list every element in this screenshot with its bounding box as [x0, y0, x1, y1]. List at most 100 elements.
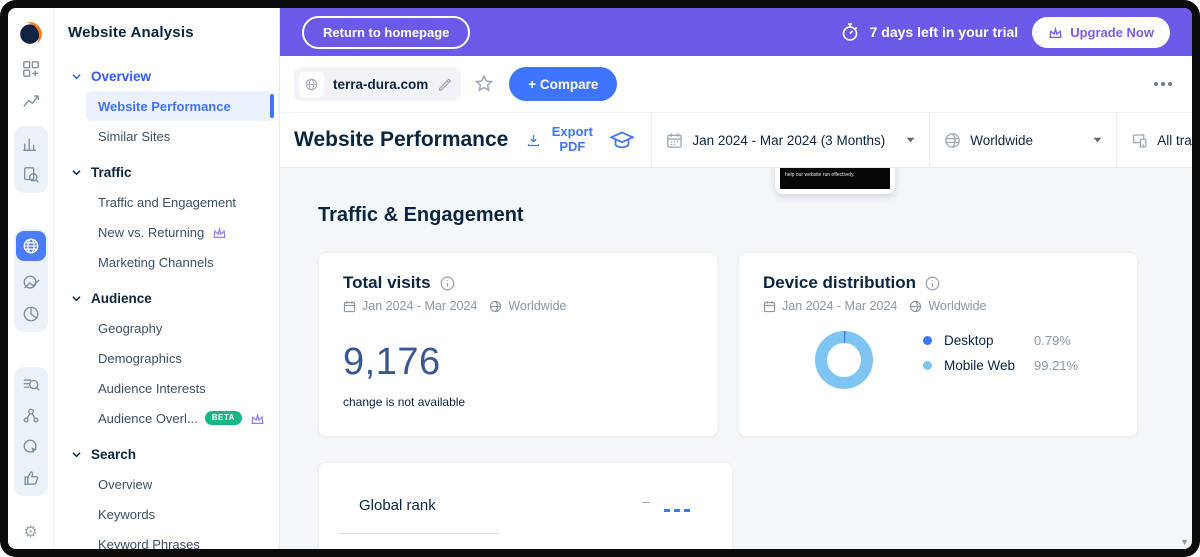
app-window: ⚙ Website Analysis Overview Website Perf…: [8, 8, 1192, 549]
sidebar: Website Analysis Overview Website Perfor…: [54, 8, 280, 549]
upgrade-now-button[interactable]: Upgrade Now: [1032, 17, 1170, 48]
info-icon[interactable]: [925, 276, 940, 291]
site-favicon: [299, 72, 324, 97]
sidebar-item-website-performance[interactable]: Website Performance: [86, 91, 273, 121]
device-distribution-card: Device distribution Jan 2024 - Mar 2024 …: [738, 252, 1138, 437]
edit-pencil-icon[interactable]: [437, 77, 451, 91]
calendar-icon: [666, 132, 683, 149]
country-filter[interactable]: Worldwide: [930, 132, 1116, 149]
domain-input[interactable]: terra-dura.com: [294, 67, 461, 101]
calendar-icon: [763, 300, 776, 313]
date-range-filter[interactable]: Jan 2024 - Mar 2024 (3 Months): [652, 132, 929, 149]
stopwatch-icon: [840, 22, 860, 42]
download-icon: [526, 133, 541, 148]
chevron-down-icon: [72, 295, 81, 302]
global-rank-row: Global rank –: [339, 491, 708, 519]
legend-dot-mobile-web: [923, 361, 932, 370]
legend-row-mobile-web: Mobile Web 99.21%: [923, 358, 1078, 373]
global-rank-value: –: [642, 493, 650, 509]
sidebar-item-search-overview[interactable]: Overview: [54, 469, 279, 499]
total-visits-card: Total visits Jan 2024 - Mar 2024 Worldwi…: [318, 252, 718, 437]
card-date-range: Jan 2024 - Mar 2024: [782, 299, 897, 313]
export-pdf-button[interactable]: Export PDF: [526, 125, 597, 155]
favorite-star-icon[interactable]: [473, 73, 495, 95]
sidebar-item-traffic-and-engagement[interactable]: Traffic and Engagement: [54, 187, 279, 217]
similarweb-logo-icon[interactable]: [18, 20, 44, 46]
chevron-down-icon: [72, 169, 81, 176]
ranking-card: Global rank – Country rank: [318, 462, 733, 549]
card-title: Device distribution: [763, 273, 916, 293]
sidebar-section-audience[interactable]: Audience: [54, 283, 279, 313]
website-analysis-icon[interactable]: [16, 231, 46, 261]
page-title: Website Performance: [280, 128, 522, 152]
keyword-research-icon[interactable]: [22, 376, 40, 394]
domain-name: terra-dura.com: [333, 77, 428, 92]
sidebar-section-overview[interactable]: Overview: [54, 61, 279, 91]
market-research-icon[interactable]: [22, 135, 40, 153]
card-scope: Worldwide: [928, 299, 986, 313]
globe-favicon-icon: [304, 77, 319, 92]
globe-icon: [944, 132, 961, 149]
trial-countdown: 7 days left in your trial: [840, 22, 1019, 42]
trial-banner: Return to homepage 7 days left in your t…: [280, 8, 1192, 56]
change-note: change is not available: [343, 395, 693, 409]
divider: [339, 533, 499, 534]
affinity-analysis-icon[interactable]: [22, 407, 40, 425]
traffic-type-filter[interactable]: All traffic: [1117, 132, 1192, 149]
card-title: Total visits: [343, 273, 431, 293]
card-scope: Worldwide: [508, 299, 566, 313]
benchmarking-icon[interactable]: [22, 274, 40, 292]
cookie-banner-thumbnail: help our website run effectively. Accept: [780, 168, 890, 189]
market-share-icon[interactable]: [22, 305, 40, 323]
sidebar-item-keywords[interactable]: Keywords: [54, 499, 279, 529]
domain-toolbar: terra-dura.com + Compare: [280, 56, 1192, 112]
report-header: Website Performance Export PDF Jan 2024 …: [280, 112, 1192, 168]
sidebar-item-similar-sites[interactable]: Similar Sites: [54, 121, 279, 151]
sidebar-title: Website Analysis: [68, 24, 279, 41]
trends-icon[interactable]: [22, 92, 40, 110]
sidebar-section-search[interactable]: Search: [54, 439, 279, 469]
caret-down-icon: [906, 137, 915, 143]
crown-icon: [250, 412, 265, 425]
scrollbar-down-arrow[interactable]: ▼: [1180, 537, 1189, 547]
info-icon[interactable]: [440, 276, 455, 291]
sidebar-item-geography[interactable]: Geography: [54, 313, 279, 343]
device-legend: Desktop 0.79% Mobile Web 99.21%: [923, 333, 1078, 373]
chevron-down-icon: [72, 73, 81, 80]
sidebar-item-keyword-phrases[interactable]: Keyword Phrases: [54, 529, 279, 549]
main-area: Return to homepage 7 days left in your t…: [280, 8, 1192, 549]
beta-badge: BETA: [205, 411, 242, 425]
sidebar-item-audience-overlap[interactable]: Audience Overl... BETA: [54, 403, 279, 433]
report-content: help our website run effectively. Accept…: [280, 168, 1192, 549]
crown-icon: [212, 226, 227, 239]
legend-row-desktop: Desktop 0.79%: [923, 333, 1078, 348]
rail-group-research: [14, 126, 48, 193]
sidebar-item-marketing-channels[interactable]: Marketing Channels: [54, 247, 279, 277]
globe-icon: [489, 300, 502, 313]
conversion-analysis-icon[interactable]: [22, 438, 40, 456]
trial-text: 7 days left in your trial: [870, 24, 1019, 40]
global-rank-label: Global rank: [339, 497, 436, 514]
website-preview-thumbnail: help our website run effectively. Accept: [775, 168, 895, 194]
company-research-icon[interactable]: [22, 166, 40, 184]
dashboards-icon[interactable]: [22, 60, 40, 78]
country-rank-row: Country rank: [339, 546, 708, 549]
learning-cap-icon[interactable]: [609, 129, 635, 151]
chevron-down-icon: [72, 451, 81, 458]
rail-group-digital: [14, 367, 48, 496]
more-menu-icon[interactable]: [1148, 76, 1178, 92]
sidebar-nav: Overview Website Performance Similar Sit…: [54, 61, 279, 549]
sidebar-item-demographics[interactable]: Demographics: [54, 343, 279, 373]
sidebar-item-new-vs-returning[interactable]: New vs. Returning: [54, 217, 279, 247]
rail-group-web: [14, 229, 48, 332]
section-heading: Traffic & Engagement: [318, 204, 524, 227]
sidebar-item-audience-interests[interactable]: Audience Interests: [54, 373, 279, 403]
compare-button[interactable]: + Compare: [509, 67, 617, 101]
crown-icon: [1048, 26, 1063, 39]
consumer-journey-icon[interactable]: [22, 469, 40, 487]
return-to-homepage-button[interactable]: Return to homepage: [302, 16, 470, 49]
devices-icon: [1131, 132, 1148, 149]
sidebar-section-traffic[interactable]: Traffic: [54, 157, 279, 187]
globe-icon: [909, 300, 922, 313]
settings-gear-icon[interactable]: ⚙: [23, 525, 37, 541]
